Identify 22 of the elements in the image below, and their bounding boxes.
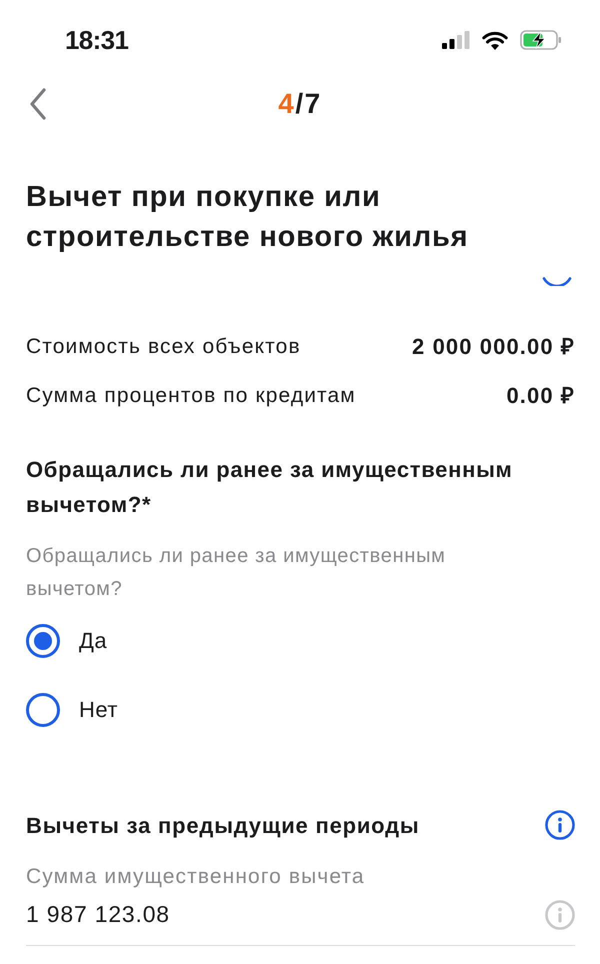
radio-option[interactable]: Да [26,606,116,675]
signal-icon [442,31,470,49]
amount-input[interactable]: 1 987 123.08 [26,897,426,932]
info-icon[interactable] [545,810,575,840]
question-hint: Обращались ли ранее за имущественным вычетом? [26,544,447,602]
status-time: 18:31 [65,24,128,56]
wifi-icon [482,30,508,50]
row-label: Стоимость всех объектов [26,334,301,360]
radio-icon[interactable] [26,692,60,726]
row-value: 0.00 ₽ [506,382,575,410]
row-value: 2 000 000.00 ₽ [412,333,575,361]
page-title: Вычет при покупке или строительстве нового жилья [26,180,470,255]
row-label: Сумма процентов по кредитам [26,382,356,409]
radio-selected-icon[interactable] [26,624,60,658]
chevron-left-icon [29,88,47,120]
question-title: Обращались ли ранее за имущественным вычетом?* [26,456,514,519]
field-label: Сумма имущественного вычета [26,864,365,890]
radio-option[interactable]: Нет [26,675,126,744]
step-total: /7 [295,88,322,119]
section-title: Вычеты за предыдущие периоды [26,812,420,840]
step-current: 4 [278,88,296,119]
battery-charging-icon [520,30,562,50]
